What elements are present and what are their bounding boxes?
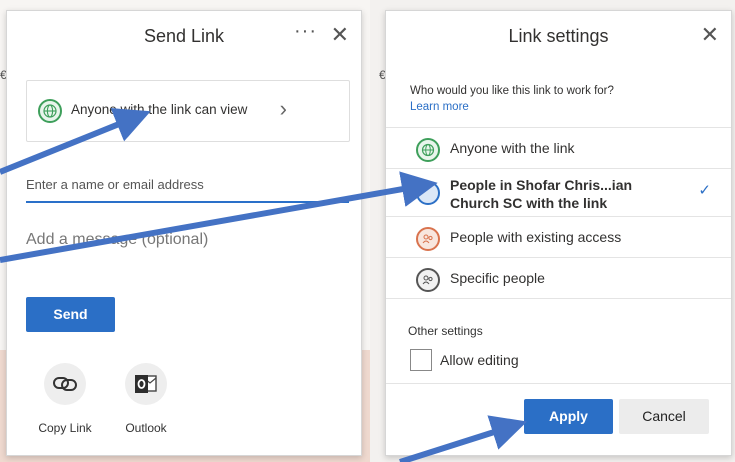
audience-question: Who would you like this link to work for…	[410, 85, 614, 97]
message-field[interactable]	[26, 229, 349, 271]
check-icon: ✓	[698, 182, 711, 199]
option-label: Anyone with the link	[450, 140, 575, 156]
email-field[interactable]	[26, 171, 349, 192]
apply-button[interactable]: Apply	[524, 399, 613, 434]
option-label-line2: Church SC with the link	[450, 195, 608, 211]
outlook-button[interactable]: Outlook	[106, 363, 186, 435]
option-label: People with existing access	[450, 229, 622, 245]
outlook-icon	[125, 363, 167, 405]
dialog-title: Link settings	[508, 26, 609, 46]
send-link-header: Send Link ··· ✕	[7, 11, 361, 59]
message-field-wrapper	[26, 229, 349, 271]
specific-people-icon	[416, 268, 440, 292]
email-field-wrapper	[26, 171, 349, 203]
link-settings-header: Link settings ✕	[386, 11, 731, 59]
copy-link-label: Copy Link	[38, 421, 92, 435]
other-settings-heading: Other settings	[408, 324, 483, 338]
allow-editing-checkbox[interactable]	[410, 349, 432, 371]
send-button[interactable]: Send	[26, 297, 115, 332]
organization-icon	[416, 181, 440, 205]
cancel-button[interactable]: Cancel	[619, 399, 709, 434]
copy-link-button[interactable]: Copy Link	[25, 363, 105, 435]
option-anyone[interactable]: Anyone with the link	[386, 127, 731, 169]
divider	[386, 383, 731, 384]
option-organization[interactable]: People in Shofar Chris...ian Church SC w…	[386, 168, 731, 217]
option-label: People in Shofar Chris...ian Church SC w…	[450, 176, 632, 212]
more-options-icon[interactable]: ···	[294, 20, 317, 43]
link-permissions-button[interactable]: Anyone with the link can view ›	[26, 80, 350, 142]
copy-link-icon	[44, 363, 86, 405]
option-label-line1: People in Shofar Chris...ian	[450, 177, 633, 193]
send-link-dialog: Send Link ··· ✕ Anyone with the link can…	[6, 10, 362, 456]
option-label: Specific people	[450, 270, 545, 286]
learn-more-link[interactable]: Learn more	[410, 101, 469, 113]
outlook-label: Outlook	[125, 421, 167, 435]
chevron-right-icon: ›	[279, 96, 287, 121]
link-settings-dialog: Link settings ✕ Who would you like this …	[385, 10, 732, 456]
globe-icon	[416, 138, 440, 162]
people-icon	[416, 227, 440, 251]
allow-editing-label[interactable]: Allow editing	[440, 352, 519, 368]
close-icon[interactable]: ✕	[331, 22, 349, 48]
link-permission-label: Anyone with the link can view	[71, 102, 248, 117]
close-icon[interactable]: ✕	[701, 22, 719, 48]
globe-icon	[38, 99, 62, 123]
option-existing-access[interactable]: People with existing access	[386, 217, 731, 258]
option-specific-people[interactable]: Specific people	[386, 258, 731, 299]
